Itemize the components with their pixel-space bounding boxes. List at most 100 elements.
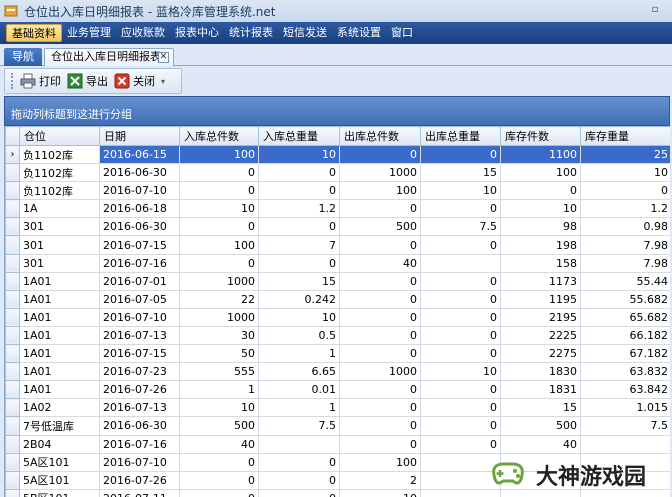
row-indicator[interactable] xyxy=(5,325,20,346)
table-cell[interactable]: 301 xyxy=(19,217,100,237)
column-header[interactable]: 入库总重量 xyxy=(258,126,340,146)
table-cell[interactable]: 10 xyxy=(179,199,259,219)
table-cell[interactable]: 1A xyxy=(19,199,100,219)
table-cell[interactable]: 0 xyxy=(420,325,501,346)
table-cell[interactable]: 30 xyxy=(179,325,259,346)
table-row[interactable]: 301 2016-06-30 0 0 500 7.5 98 0.98 xyxy=(5,217,670,237)
table-cell[interactable]: 500 xyxy=(500,416,581,436)
table-cell[interactable]: 1000 xyxy=(339,362,421,382)
table-row[interactable]: 负1102库 2016-06-30 0 0 1000 15 100 10 xyxy=(5,163,670,183)
table-row[interactable]: 1A01 2016-07-05 22 0.242 0 0 1195 55.682 xyxy=(5,289,670,309)
table-cell[interactable]: 0 xyxy=(339,416,421,436)
table-cell[interactable]: 10 xyxy=(179,398,259,418)
table-cell[interactable]: 0 xyxy=(420,434,501,454)
group-by-panel[interactable]: 拖动列标题到这进行分组 xyxy=(4,96,670,126)
table-cell[interactable]: 2016-07-26 xyxy=(99,470,180,490)
table-cell[interactable]: 负1102库 xyxy=(19,181,100,201)
table-cell[interactable]: 2016-07-23 xyxy=(99,362,180,382)
table-cell[interactable]: 2 xyxy=(339,470,421,490)
table-cell[interactable]: 0 xyxy=(420,416,501,436)
table-cell[interactable]: 0 xyxy=(258,253,340,273)
table-cell[interactable]: 98 xyxy=(500,217,581,237)
table-cell[interactable]: 100 xyxy=(179,144,259,165)
row-indicator[interactable] xyxy=(5,181,20,201)
table-cell[interactable]: 55.682 xyxy=(580,289,670,309)
restore-icon[interactable]: ▫ xyxy=(648,3,662,17)
table-cell[interactable]: 2016-06-30 xyxy=(99,416,180,436)
table-cell[interactable]: 40 xyxy=(179,434,259,454)
menu-item-2[interactable]: 应收账款 xyxy=(116,24,170,42)
table-cell[interactable]: 2016-07-05 xyxy=(99,289,180,309)
table-cell[interactable]: 2B04 xyxy=(19,434,100,454)
table-cell[interactable]: 1A01 xyxy=(19,325,100,346)
row-indicator[interactable] xyxy=(5,344,20,364)
table-cell[interactable]: 5B区101 xyxy=(19,488,100,497)
table-cell[interactable]: 0 xyxy=(258,470,340,490)
column-header[interactable]: 库存重量 xyxy=(580,126,670,146)
table-cell[interactable]: 1173 xyxy=(500,271,581,291)
table-cell[interactable]: 0 xyxy=(179,470,259,490)
row-indicator[interactable] xyxy=(5,271,20,291)
table-cell[interactable]: 0 xyxy=(258,217,340,237)
table-cell[interactable]: 301 xyxy=(19,235,100,255)
table-cell[interactable]: 198 xyxy=(500,235,581,255)
table-cell[interactable]: 15 xyxy=(500,398,581,418)
table-cell[interactable]: 0 xyxy=(179,452,259,472)
table-cell[interactable]: 2195 xyxy=(500,307,581,327)
table-cell[interactable]: 0.01 xyxy=(258,380,340,400)
table-row[interactable]: 1A01 2016-07-10 1000 10 0 0 2195 65.682 xyxy=(5,307,670,327)
table-cell[interactable]: 63.842 xyxy=(580,380,670,400)
table-cell[interactable]: 0 xyxy=(339,398,421,418)
table-cell[interactable]: 0 xyxy=(420,380,501,400)
table-cell[interactable]: 2016-07-10 xyxy=(99,307,180,327)
menu-item-5[interactable]: 短信发送 xyxy=(278,24,332,42)
toolbar-overflow-icon[interactable]: ▾ xyxy=(161,77,165,86)
table-cell[interactable]: 7 xyxy=(258,235,340,255)
table-cell[interactable]: 158 xyxy=(500,253,581,273)
table-cell[interactable]: 0 xyxy=(339,380,421,400)
row-indicator[interactable] xyxy=(5,434,20,454)
table-cell[interactable]: 7.98 xyxy=(580,253,670,273)
table-cell[interactable]: 1 xyxy=(179,380,259,400)
menu-item-4[interactable]: 统计报表 xyxy=(224,24,278,42)
table-cell[interactable]: 2016-07-15 xyxy=(99,235,180,255)
column-header[interactable]: 出库总件数 xyxy=(339,126,421,146)
table-cell[interactable]: 2016-06-30 xyxy=(99,217,180,237)
row-indicator[interactable] xyxy=(5,362,20,382)
table-cell[interactable]: 1A01 xyxy=(19,362,100,382)
row-indicator[interactable] xyxy=(5,398,20,418)
table-cell[interactable]: 500 xyxy=(339,217,421,237)
table-cell[interactable]: 40 xyxy=(339,253,421,273)
table-row[interactable]: › 负1102库 2016-06-15 100 10 0 0 1100 25 xyxy=(5,144,670,165)
table-cell[interactable]: 1000 xyxy=(179,307,259,327)
menu-item-0[interactable]: 基础资料 xyxy=(6,24,62,42)
table-cell[interactable]: 2225 xyxy=(500,325,581,346)
row-indicator[interactable] xyxy=(5,452,20,472)
row-indicator[interactable] xyxy=(5,470,20,490)
column-header[interactable]: 出库总重量 xyxy=(420,126,501,146)
table-cell[interactable]: 0 xyxy=(179,181,259,201)
table-row[interactable]: 1A01 2016-07-26 1 0.01 0 0 1831 63.842 xyxy=(5,380,670,400)
toolbar-grip[interactable] xyxy=(11,73,14,89)
column-header[interactable]: 日期 xyxy=(99,126,180,146)
table-cell[interactable]: 100 xyxy=(339,181,421,201)
table-cell[interactable] xyxy=(580,434,670,454)
table-cell[interactable]: 67.182 xyxy=(580,344,670,364)
table-row[interactable]: 2B04 2016-07-16 40 0 0 40 xyxy=(5,434,670,454)
table-cell[interactable]: 1000 xyxy=(179,271,259,291)
table-cell[interactable]: 6.65 xyxy=(258,362,340,382)
table-cell[interactable]: 1A01 xyxy=(19,307,100,327)
table-cell[interactable]: 1A02 xyxy=(19,398,100,418)
table-cell[interactable]: 2016-07-26 xyxy=(99,380,180,400)
tab-report[interactable]: 仓位出入库日明细报表 ✕ xyxy=(44,48,174,66)
table-cell[interactable]: 0 xyxy=(339,307,421,327)
table-cell[interactable]: 0 xyxy=(258,163,340,183)
table-cell[interactable]: 1000 xyxy=(339,163,421,183)
table-cell[interactable]: 0 xyxy=(420,199,501,219)
table-cell[interactable]: 1A01 xyxy=(19,344,100,364)
table-cell[interactable]: 0 xyxy=(339,144,421,165)
table-cell[interactable]: 0 xyxy=(258,452,340,472)
table-cell[interactable]: 2275 xyxy=(500,344,581,364)
table-cell[interactable]: 2016-07-01 xyxy=(99,271,180,291)
table-cell[interactable]: 0 xyxy=(500,181,581,201)
